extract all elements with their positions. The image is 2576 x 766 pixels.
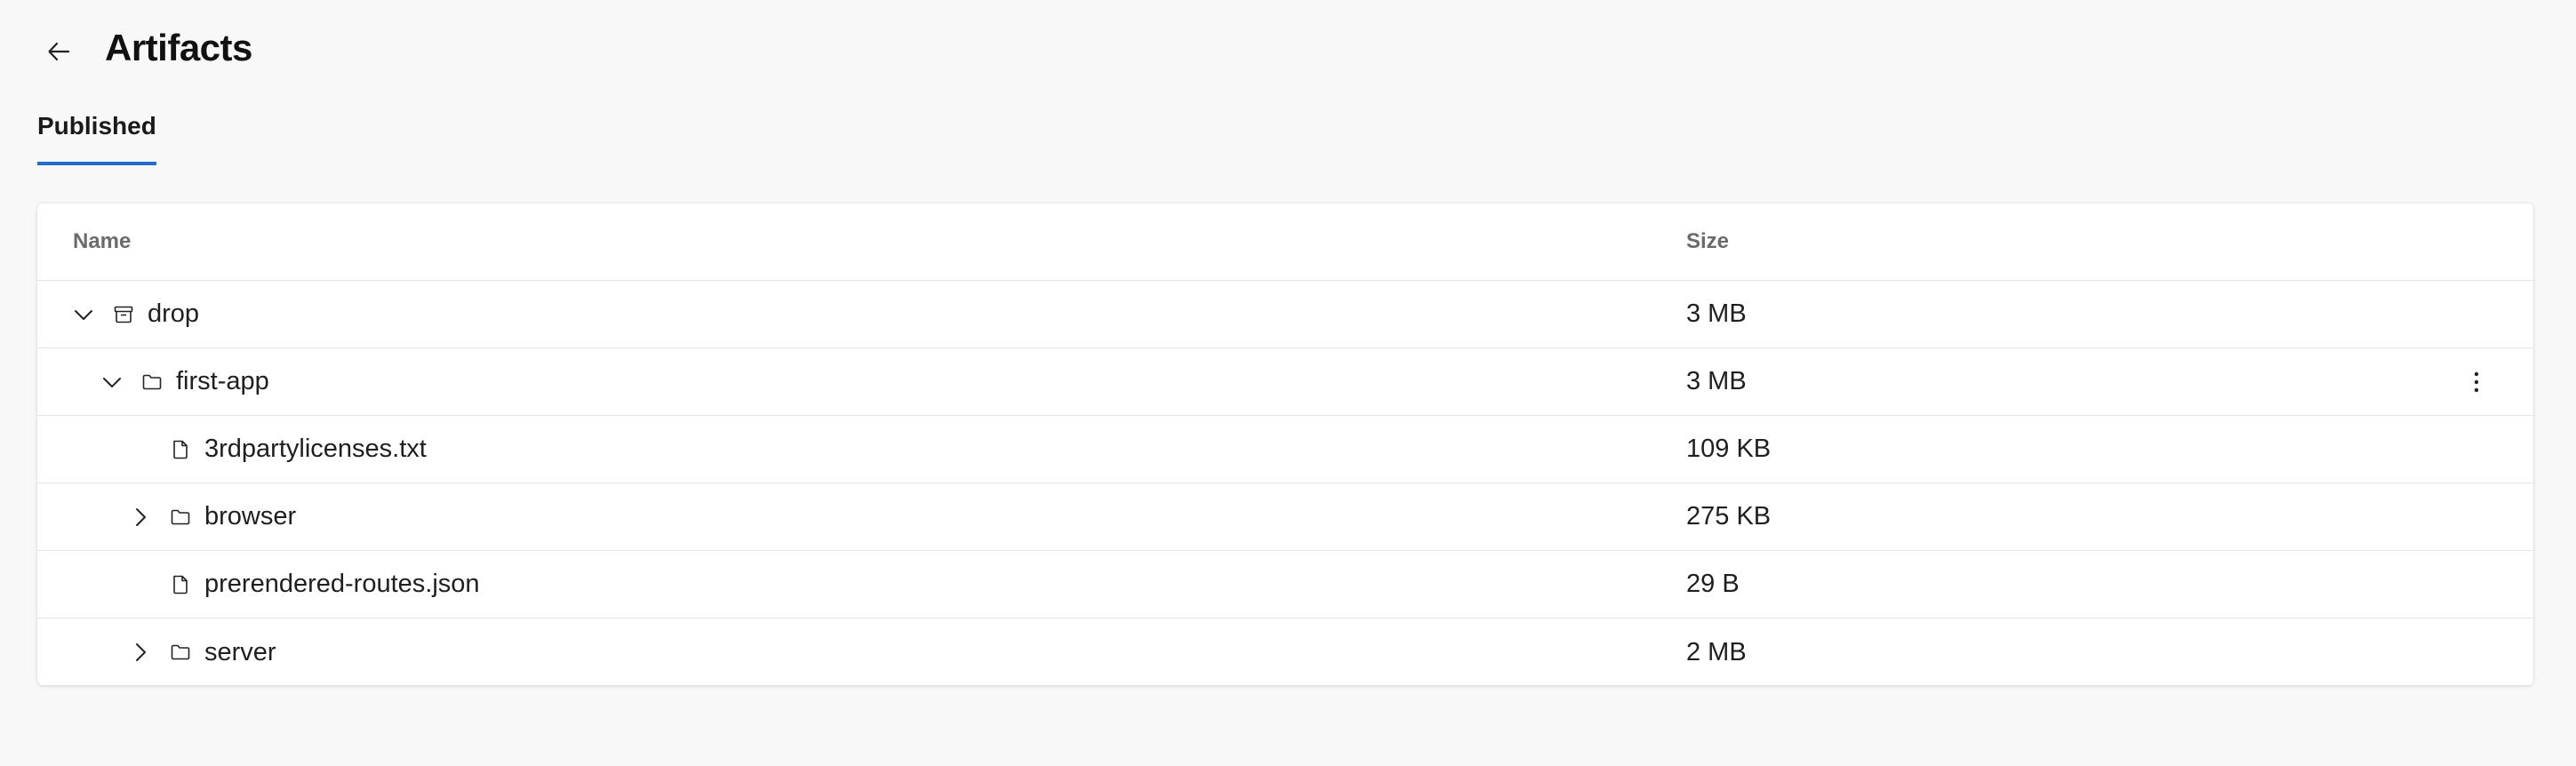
page-header: Artifacts — [37, 23, 252, 73]
row-name: server — [204, 637, 276, 666]
row-size: 275 KB — [1686, 502, 1772, 531]
row-name-cell: browser — [126, 483, 296, 550]
row-name: prerendered-routes.json — [204, 570, 480, 598]
column-header-name[interactable]: Name — [73, 229, 131, 254]
row-name-cell: 3rdpartylicenses.txt — [126, 416, 427, 483]
column-header-size[interactable]: Size — [1686, 229, 1729, 254]
row-name-cell: first-app — [98, 348, 269, 415]
row-name: first-app — [176, 367, 269, 395]
back-button[interactable] — [37, 30, 80, 73]
table-row[interactable]: 3rdpartylicenses.txt 109 KB — [37, 416, 2533, 483]
artifacts-table: Name Size drop 3 MB first-app 3 MB 3rdpa… — [37, 203, 2533, 685]
table-row[interactable]: browser 275 KB — [37, 483, 2533, 551]
chevron-down-icon[interactable] — [98, 368, 126, 396]
row-name-cell: server — [126, 618, 276, 685]
tab-bar: Published — [37, 112, 156, 165]
artifact-box-icon — [112, 303, 135, 326]
tab-published[interactable]: Published — [37, 112, 156, 165]
table-header: Name Size — [37, 203, 2533, 281]
row-name-cell: prerendered-routes.json — [126, 551, 480, 618]
folder-icon — [169, 506, 192, 529]
chevron-right-icon[interactable] — [126, 638, 155, 666]
chevron-down-icon[interactable] — [69, 300, 98, 329]
folder-icon — [169, 641, 192, 664]
arrow-left-icon — [48, 42, 70, 61]
row-size: 109 KB — [1686, 435, 1772, 463]
row-name: drop — [148, 299, 200, 328]
row-size: 2 MB — [1686, 637, 1747, 666]
table-row[interactable]: prerendered-routes.json 29 B — [37, 551, 2533, 618]
folder-icon — [140, 371, 164, 394]
table-row[interactable]: drop 3 MB — [37, 281, 2533, 348]
row-size: 3 MB — [1686, 299, 1747, 328]
table-row[interactable]: first-app 3 MB — [37, 348, 2533, 416]
chevron-right-icon[interactable] — [126, 503, 155, 531]
file-icon — [169, 438, 192, 461]
more-options-button[interactable] — [2464, 348, 2489, 415]
row-size: 3 MB — [1686, 367, 1747, 395]
row-name-cell: drop — [69, 281, 199, 347]
page-title: Artifacts — [105, 27, 252, 68]
row-name: browser — [204, 502, 297, 531]
file-icon — [169, 573, 192, 596]
more-vertical-icon — [2474, 371, 2479, 392]
row-name: 3rdpartylicenses.txt — [204, 435, 427, 463]
row-size: 29 B — [1686, 570, 1740, 598]
table-row[interactable]: server 2 MB — [37, 618, 2533, 685]
